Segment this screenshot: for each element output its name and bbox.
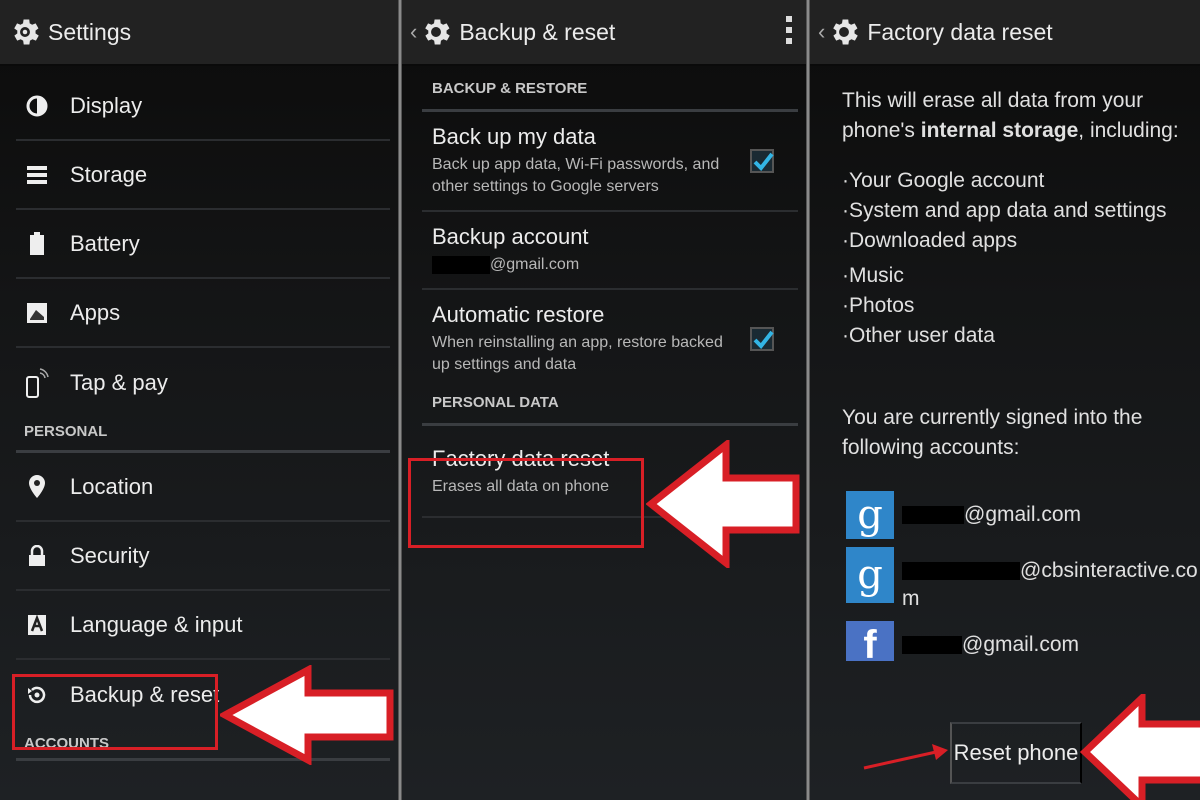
item-summary: When reinstalling an app, restore backed… xyxy=(432,334,723,373)
settings-item-label: Language & input xyxy=(70,611,243,637)
settings-action-bar: Settings xyxy=(0,0,398,66)
overflow-menu-icon[interactable] xyxy=(786,16,792,44)
facebook-account-icon: f xyxy=(846,621,894,661)
redacted-text xyxy=(902,562,1020,581)
storage-icon xyxy=(24,162,50,188)
account-email: @gmail.com xyxy=(962,633,1080,656)
item-title: Back up my data xyxy=(432,124,596,149)
settings-item-label: Storage xyxy=(70,161,148,187)
erase-list-item: ·Music xyxy=(842,264,904,287)
redacted-text xyxy=(432,255,490,274)
pointer-arrow-icon xyxy=(646,440,800,568)
account-item: f @gmail.com xyxy=(846,621,1200,661)
section-header-personal-data: PERSONAL DATA xyxy=(422,388,798,426)
location-icon xyxy=(24,474,50,500)
highlight-box-factory-reset xyxy=(408,458,644,548)
settings-item-location[interactable]: Location xyxy=(16,453,390,522)
checkmark-icon xyxy=(753,330,774,350)
redacted-text xyxy=(902,506,964,525)
backup-my-data-item[interactable]: Back up my data Back up app data, Wi-Fi … xyxy=(422,112,798,212)
tap-pay-icon xyxy=(24,367,50,398)
settings-gear-icon xyxy=(14,19,39,45)
intro-text: , including: xyxy=(1078,119,1179,142)
small-pointer-arrow-icon xyxy=(863,744,948,770)
settings-item-storage[interactable]: Storage xyxy=(16,141,390,210)
settings-item-label: Battery xyxy=(70,230,140,256)
erase-list-item: ·Your Google account xyxy=(842,169,1045,192)
automatic-restore-checkbox[interactable] xyxy=(750,327,774,351)
settings-item-language[interactable]: Language & input xyxy=(16,591,390,660)
reset-phone-button[interactable]: Reset phone xyxy=(950,722,1082,784)
factory-title: Factory data reset xyxy=(867,18,1053,45)
back-chevron-icon[interactable]: ‹ xyxy=(410,19,417,45)
settings-item-label: Location xyxy=(70,473,154,499)
back-chevron-icon[interactable]: ‹ xyxy=(818,19,825,45)
backup-account-item[interactable]: Backup account @gmail.com xyxy=(422,212,798,290)
factory-action-bar[interactable]: ‹ Factory data reset xyxy=(810,0,1200,66)
item-title: Automatic restore xyxy=(432,302,605,327)
erase-list-item: ·Other user data xyxy=(842,324,995,347)
account-item: g @gmail.com xyxy=(846,491,1200,539)
intro-bold-text: internal storage xyxy=(920,119,1079,142)
settings-item-apps[interactable]: Apps xyxy=(16,279,390,348)
signed-in-text: You are currently signed into the follow… xyxy=(842,406,1143,459)
factory-reset-panel: ‹ Factory data reset This will erase all… xyxy=(810,0,1200,800)
redacted-text xyxy=(902,636,962,655)
settings-gear-icon xyxy=(833,19,859,45)
settings-item-security[interactable]: Security xyxy=(16,522,390,591)
google-account-icon: g xyxy=(846,547,894,603)
backup-action-bar[interactable]: ‹ Backup & reset xyxy=(402,0,806,66)
item-title: Backup account xyxy=(432,224,589,249)
pointer-arrow-icon xyxy=(1080,694,1200,800)
google-account-icon: g xyxy=(846,491,894,539)
settings-panel: Settings Display Storage Battery Apps Ta… xyxy=(0,0,398,800)
item-summary: @gmail.com xyxy=(490,256,580,273)
account-email: @gmail.com xyxy=(964,503,1082,526)
account-item: g @cbsinteractive.com xyxy=(846,547,1200,613)
automatic-restore-item[interactable]: Automatic restore When reinstalling an a… xyxy=(422,290,798,388)
settings-item-display[interactable]: Display xyxy=(16,72,390,141)
settings-item-label: Apps xyxy=(70,299,121,325)
apps-icon xyxy=(24,300,50,326)
checkmark-icon xyxy=(753,152,774,172)
settings-title: Settings xyxy=(48,18,132,45)
accounts-list: g @gmail.com g @cbsinteractive.com f @gm… xyxy=(810,491,1200,661)
erase-list-item: ·Downloaded apps xyxy=(842,229,1018,252)
battery-icon xyxy=(24,231,50,257)
settings-item-battery[interactable]: Battery xyxy=(16,210,390,279)
erase-intro-text: This will erase all data from your phone… xyxy=(842,86,1180,146)
backup-my-data-checkbox[interactable] xyxy=(750,149,774,173)
lock-icon xyxy=(24,543,50,569)
settings-item-label: Tap & pay xyxy=(70,369,168,395)
settings-item-label: Security xyxy=(70,542,150,568)
backup-reset-panel: ‹ Backup & reset BACKUP & RESTORE Back u… xyxy=(402,0,806,800)
section-header-personal: PERSONAL xyxy=(16,417,390,453)
display-icon xyxy=(24,93,50,119)
settings-gear-icon xyxy=(425,19,451,45)
erase-list-item: ·Photos xyxy=(842,294,915,317)
item-summary: Back up app data, Wi-Fi passwords, and o… xyxy=(432,156,720,195)
language-icon xyxy=(24,612,50,638)
settings-item-tap-pay[interactable]: Tap & pay xyxy=(16,348,390,417)
erase-list: ·Your Google account ·System and app dat… xyxy=(842,166,1180,351)
erase-list-item: ·System and app data and settings xyxy=(842,199,1167,222)
pointer-arrow-icon xyxy=(220,665,394,765)
section-header-backup-restore: BACKUP & RESTORE xyxy=(422,66,798,112)
highlight-box-backup-reset xyxy=(12,674,218,750)
settings-item-label: Display xyxy=(70,92,143,118)
backup-title: Backup & reset xyxy=(459,18,616,45)
